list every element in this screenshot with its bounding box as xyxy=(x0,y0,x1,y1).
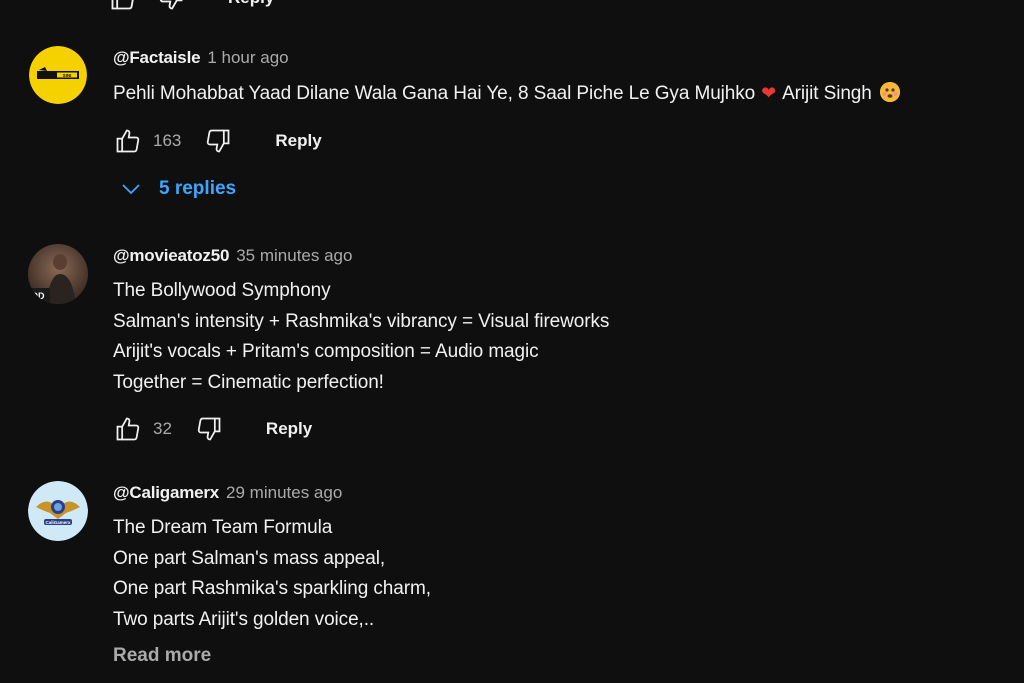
comment-text-part: Pehli Mohabbat Yaad Dilane Wala Gana Hai… xyxy=(113,83,756,104)
svg-text:CaliGamerx: CaliGamerx xyxy=(45,520,71,525)
comment-line: Two parts Arijit's golden voice,.. xyxy=(113,608,375,630)
comment-line: The Dream Team Formula xyxy=(113,517,333,538)
comment-actions: 32 Reply xyxy=(113,414,1024,444)
comment-line: Salman's intensity + Rashmika's vibrancy… xyxy=(113,310,610,332)
dislike-icon[interactable] xyxy=(194,415,224,443)
comment-time[interactable]: 35 minutes ago xyxy=(236,246,352,266)
dislike-icon[interactable] xyxy=(203,127,233,155)
comment-body: @Caligamerx 29 minutes ago The Dream Tea… xyxy=(113,481,1024,667)
dislike-icon[interactable] xyxy=(156,0,186,12)
like-icon[interactable] xyxy=(108,0,138,12)
photo-avatar[interactable]: OD xyxy=(28,244,88,304)
reply-button[interactable]: Reply xyxy=(266,419,312,439)
comment-line: Arijit's vocals + Pritam's composition =… xyxy=(113,341,539,362)
like-icon[interactable] xyxy=(113,127,143,155)
comment-text: The Dream Team Formula One part Salman's… xyxy=(113,513,1024,635)
comment-author[interactable]: @Caligamerx xyxy=(113,483,219,503)
comment-author[interactable]: @movieatoz50 xyxy=(113,246,229,266)
heart-emoji-icon: ❤ xyxy=(761,83,777,103)
replies-count-label: 5 replies xyxy=(159,177,237,199)
comment-text-part: Arijit Singh xyxy=(782,83,872,104)
comment-line: One part Salman's mass appeal, xyxy=(113,547,386,569)
reply-button[interactable]: Reply xyxy=(228,0,274,8)
comment-author[interactable]: @Factaisle xyxy=(113,48,201,68)
like-count: 163 xyxy=(153,130,182,150)
like-count: 32 xyxy=(153,419,172,438)
svg-text:SINI: SINI xyxy=(63,73,72,78)
comment-text: Pehli Mohabbat Yaad Dilane Wala Gana Hai… xyxy=(113,78,1024,110)
comment-time[interactable]: 29 minutes ago xyxy=(226,483,342,503)
comment-line: One part Rashmika's sparkling charm, xyxy=(113,578,431,599)
reply-button[interactable]: Reply xyxy=(275,131,321,151)
face-emoji-icon xyxy=(879,82,900,102)
svg-text:OD: OD xyxy=(31,291,45,301)
read-more-button[interactable]: Read more xyxy=(113,645,1024,667)
comment-body: @Factaisle 1 hour ago Pehli Mohabbat Yaa… xyxy=(113,46,1024,200)
emblem-avatar[interactable]: CaliGamerx xyxy=(28,481,88,541)
comment-text: The Bollywood Symphony Salman's intensit… xyxy=(113,276,1024,398)
comment-time[interactable]: 1 hour ago xyxy=(207,48,288,68)
view-replies-button[interactable]: 5 replies xyxy=(121,178,1024,200)
chevron-down-icon xyxy=(121,183,141,195)
comment-body: @movieatoz50 35 minutes ago The Bollywoo… xyxy=(113,244,1024,444)
comment-actions: 163 Reply xyxy=(113,126,1024,156)
previous-comment-actions: Reply xyxy=(108,0,274,10)
factaisle-logo-avatar[interactable]: SINI xyxy=(29,46,87,104)
comment-line: The Bollywood Symphony xyxy=(113,280,331,301)
like-icon[interactable] xyxy=(113,415,143,443)
comment-line: Together = Cinematic perfection! xyxy=(113,371,384,393)
